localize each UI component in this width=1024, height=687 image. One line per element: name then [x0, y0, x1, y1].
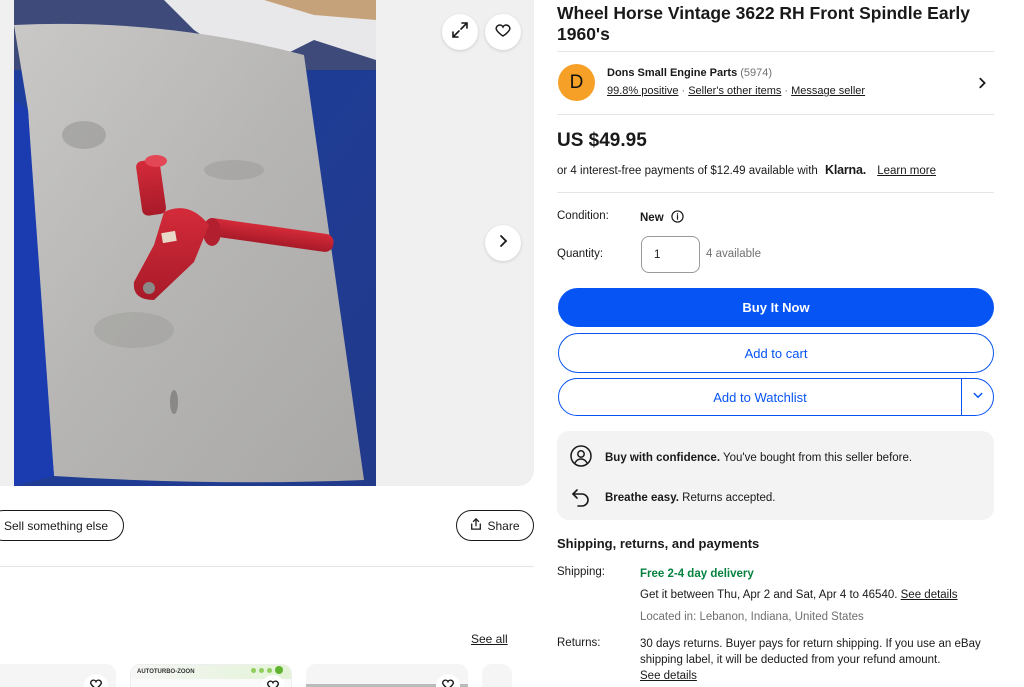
user-circle-icon	[569, 444, 593, 471]
seller-avatar[interactable]: D	[558, 64, 595, 101]
buy-it-now-label: Buy It Now	[742, 300, 810, 315]
heart-icon	[441, 677, 455, 687]
quantity-input[interactable]: 1	[641, 236, 700, 273]
condition-label: Condition:	[557, 210, 609, 222]
add-to-cart-button[interactable]: Add to cart	[558, 333, 994, 373]
buy-with-confidence-detail: You've bought from this seller before.	[723, 451, 913, 464]
divider	[0, 566, 534, 567]
quantity-label: Quantity:	[557, 248, 604, 260]
seller-name-link[interactable]: Dons Small Engine Parts	[607, 67, 737, 79]
share-button[interactable]: Share	[456, 510, 534, 541]
product-photo[interactable]	[14, 0, 376, 486]
info-icon[interactable]	[670, 210, 684, 226]
klarna-logo: Klarna.	[825, 163, 866, 177]
expand-button[interactable]	[442, 14, 478, 50]
see-all-link[interactable]: See all	[471, 632, 508, 646]
breathe-easy-detail: Returns accepted.	[682, 491, 776, 504]
expand-icon	[451, 21, 469, 44]
buy-it-now-button[interactable]: Buy It Now	[558, 288, 994, 327]
watchlist-dropdown-button[interactable]	[962, 379, 993, 415]
sell-label: Sell something else	[3, 518, 109, 533]
confidence-panel: Buy with confidence. You've bought from …	[557, 431, 994, 520]
condition-value: New	[640, 210, 684, 226]
heart-icon	[494, 21, 512, 44]
buy-with-confidence-text: Buy with confidence. You've bought from …	[605, 452, 912, 464]
add-to-watchlist-label: Add to Watchlist	[713, 389, 807, 405]
shipping-label: Shipping:	[557, 566, 605, 578]
delivery-estimate-text: Get it between Thu, Apr 2 and Sat, Apr 4…	[640, 589, 898, 601]
seller-feedback-count: (5974)	[740, 67, 773, 79]
divider	[557, 114, 994, 115]
similar-item-card[interactable]	[0, 664, 116, 687]
watch-heart-button[interactable]	[485, 14, 521, 50]
chevron-down-icon	[972, 388, 984, 406]
add-to-cart-label: Add to cart	[744, 345, 808, 361]
thumb-green-dots	[251, 666, 283, 674]
returns-policy: 30 days returns. Buyer pays for return s…	[640, 636, 990, 684]
returns-text: 30 days returns. Buyer pays for return s…	[640, 638, 981, 666]
card-watch-button[interactable]	[436, 674, 460, 687]
divider	[557, 51, 994, 52]
item-title: Wheel Horse Vintage 3622 RH Front Spindl…	[557, 3, 970, 44]
breathe-easy-text: Breathe easy. Returns accepted.	[605, 492, 776, 504]
message-seller-link[interactable]: Message seller	[791, 85, 865, 97]
divider	[557, 192, 994, 193]
chevron-right-icon	[495, 233, 511, 254]
heart-icon	[266, 678, 280, 687]
delivery-text: Free 2-4 day delivery	[640, 568, 754, 580]
seller-info: Dons Small Engine Parts (5974)	[607, 67, 772, 79]
share-icon	[470, 517, 482, 533]
installments-text: or 4 interest-free payments of $12.49 av…	[557, 165, 818, 177]
separator-dot: ·	[681, 85, 686, 97]
shipping-heading: Shipping, returns, and payments	[557, 536, 760, 551]
seller-links: 99.8% positive · Seller's other items · Mess…	[607, 85, 865, 97]
item-price: US $49.95	[557, 130, 647, 151]
seller-chevron-right-icon[interactable]	[975, 76, 989, 95]
condition-text: New	[640, 212, 664, 224]
similar-item-card[interactable]	[306, 664, 468, 687]
separator-dot: ·	[784, 85, 789, 97]
item-location: Located in: Lebanon, Indiana, United Sta…	[640, 611, 864, 623]
shipping-see-details-link[interactable]: See details	[901, 589, 958, 601]
sell-something-else-button[interactable]: Sell something else	[0, 510, 124, 541]
delivery-estimate: Get it between Thu, Apr 2 and Sat, Apr 4…	[640, 587, 958, 603]
installments-line: or 4 interest-free payments of $12.49 av…	[557, 163, 936, 177]
share-label: Share	[487, 518, 520, 533]
watchlist-control: Add to Watchlist	[558, 378, 994, 416]
seller-initial: D	[569, 71, 584, 93]
breathe-easy-bold: Breathe easy.	[605, 491, 679, 504]
positive-feedback-link[interactable]: 99.8% positive	[607, 85, 679, 97]
breathe-easy-row: Breathe easy. Returns accepted.	[569, 484, 776, 511]
return-arrow-icon	[569, 484, 593, 511]
image-gallery	[0, 0, 534, 486]
next-image-button[interactable]	[485, 225, 521, 261]
add-to-watchlist-button[interactable]: Add to Watchlist	[559, 379, 962, 415]
returns-see-details-link[interactable]: See details	[640, 670, 697, 682]
quantity-available: 4 available	[706, 248, 761, 260]
heart-icon	[89, 677, 103, 687]
buy-with-confidence-bold: Buy with confidence.	[605, 451, 721, 464]
product-photo-drawing	[14, 0, 376, 486]
buy-with-confidence-row: Buy with confidence. You've bought from …	[569, 444, 912, 471]
learn-more-link[interactable]: Learn more	[877, 165, 936, 177]
returns-label: Returns:	[557, 637, 601, 649]
seller-other-items-link[interactable]: Seller's other items	[688, 85, 781, 97]
similar-item-card[interactable]: AUTOTURBO-ZOON	[130, 664, 292, 687]
thumb-brand-text: AUTOTURBO-ZOON	[137, 669, 195, 675]
similar-item-card[interactable]	[482, 664, 512, 687]
card-watch-button[interactable]	[84, 674, 108, 687]
quantity-value: 1	[654, 248, 661, 261]
